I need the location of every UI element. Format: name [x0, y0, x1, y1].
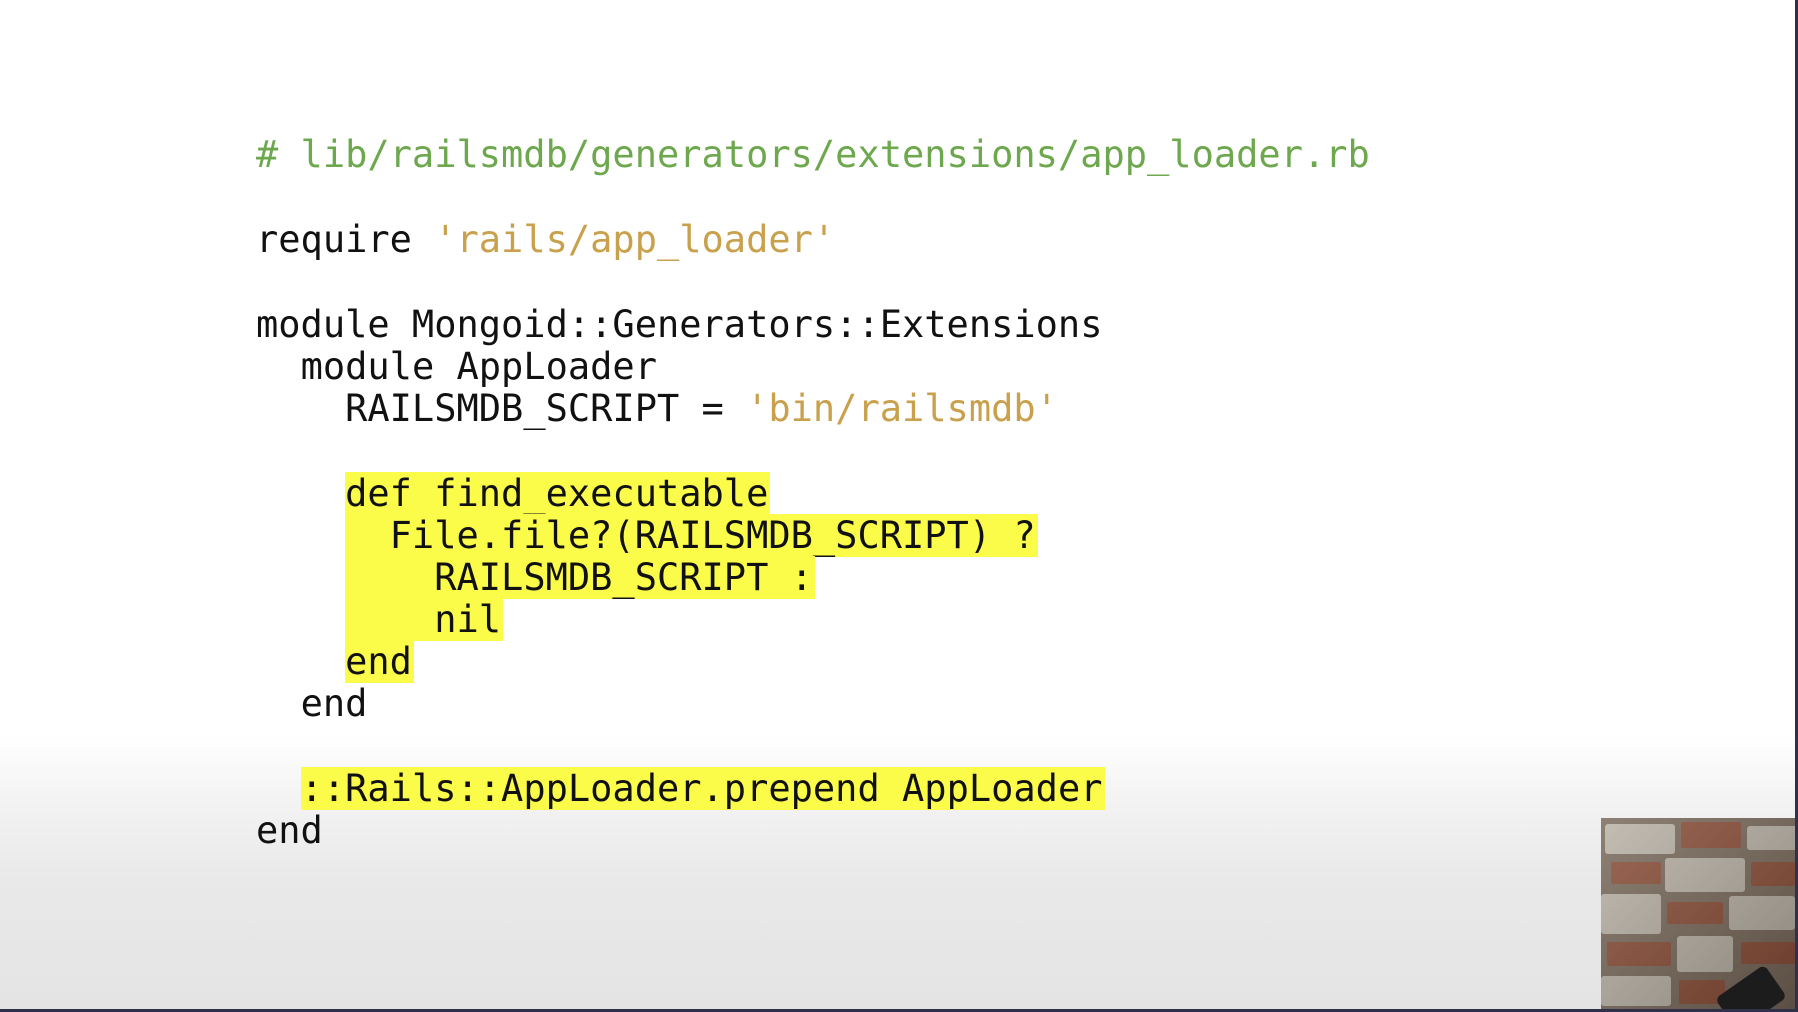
code-text: module AppLoader: [301, 345, 657, 388]
code-token: end: [256, 809, 323, 852]
code-line: end: [256, 809, 323, 852]
code-line: # lib/railsmdb/generators/extensions/app…: [256, 133, 1370, 176]
code-token: end: [300, 682, 368, 725]
code-line: RAILSMDB_SCRIPT = 'bin/railsmdb': [256, 387, 1058, 430]
code-token: File.file?(RAILSMDB_SCRIPT) ?: [345, 514, 1036, 557]
code-token: require: [256, 218, 435, 261]
code-line: ::Rails::AppLoader.prepend AppLoader: [256, 767, 1105, 810]
code-string: 'rails/app_loader': [434, 218, 836, 261]
code-line: RAILSMDB_SCRIPT :: [256, 556, 815, 599]
highlighted-code: end: [345, 640, 414, 683]
code-text: end: [256, 809, 323, 852]
highlighted-code: RAILSMDB_SCRIPT :: [345, 556, 815, 599]
code-line: module AppLoader: [256, 345, 657, 388]
code-text: require 'rails/app_loader': [256, 218, 835, 261]
code-token: RAILSMDB_SCRIPT :: [345, 556, 813, 599]
code-line: require 'rails/app_loader': [256, 218, 835, 261]
code-token: module Mongoid::Generators::Extensions: [256, 303, 1103, 346]
code-token: nil: [345, 598, 502, 641]
code-text: # lib/railsmdb/generators/extensions/app…: [256, 133, 1370, 176]
code-line: File.file?(RAILSMDB_SCRIPT) ?: [256, 514, 1038, 557]
code-token: ::Rails::AppLoader.prepend AppLoader: [300, 767, 1103, 810]
highlighted-code: ::Rails::AppLoader.prepend AppLoader: [300, 767, 1105, 810]
code-line: end: [256, 640, 414, 683]
code-string: 'bin/railsmdb': [746, 387, 1058, 430]
code-line: nil: [256, 598, 504, 641]
presentation-slide: # lib/railsmdb/generators/extensions/app…: [0, 0, 1795, 1009]
presenter-webcam: [1601, 818, 1795, 1009]
code-text: end: [301, 682, 368, 725]
code-line: def find_executable: [256, 472, 771, 515]
highlighted-code: nil: [345, 598, 504, 641]
code-token: end: [345, 640, 412, 683]
code-token: module AppLoader: [300, 345, 657, 388]
code-token: def find_executable: [345, 472, 769, 515]
code-comment: # lib/railsmdb/generators/extensions/app…: [256, 133, 1370, 176]
code-text: RAILSMDB_SCRIPT = 'bin/railsmdb': [345, 387, 1058, 430]
highlighted-code: File.file?(RAILSMDB_SCRIPT) ?: [345, 514, 1038, 557]
highlighted-code: def find_executable: [345, 472, 771, 515]
code-line: end: [256, 682, 368, 725]
code-line: module Mongoid::Generators::Extensions: [256, 303, 1102, 346]
code-token: RAILSMDB_SCRIPT =: [345, 387, 747, 430]
code-text: module Mongoid::Generators::Extensions: [256, 303, 1102, 346]
